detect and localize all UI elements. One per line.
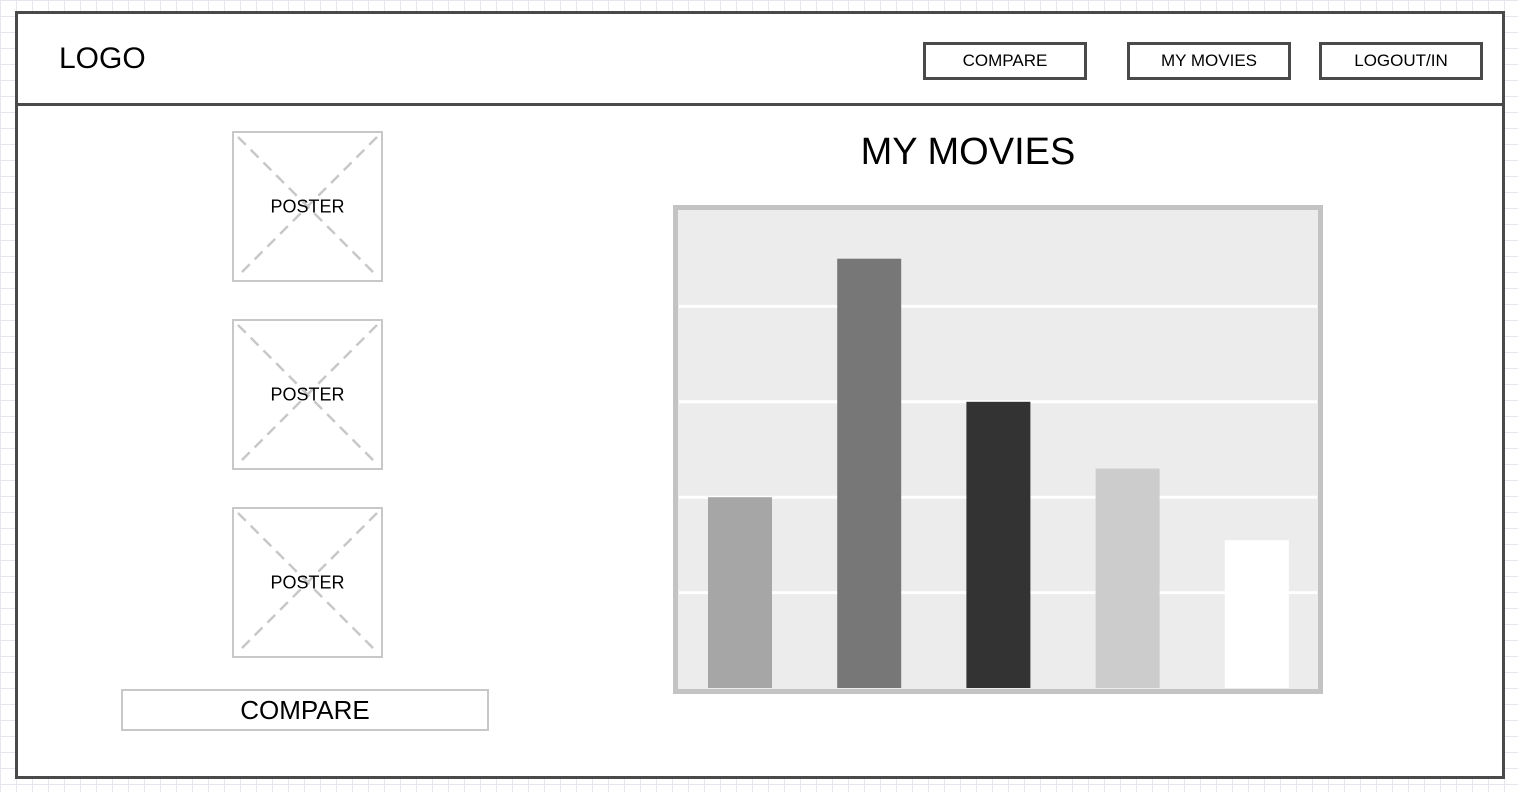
poster-label: POSTER (270, 196, 345, 216)
chart-bar-2 (837, 258, 902, 688)
chart-bar-1 (708, 497, 772, 688)
nav-my-movies-button[interactable]: MY MOVIES (1127, 42, 1291, 80)
nav-compare-button[interactable]: COMPARE (923, 42, 1087, 80)
movie-poster-3[interactable]: POSTER (232, 507, 383, 658)
compare-button[interactable]: COMPARE (121, 689, 489, 731)
app-window: LOGO COMPARE MY MOVIES LOGOUT/IN POSTER … (15, 11, 1505, 779)
movie-poster-1[interactable]: POSTER (232, 131, 383, 282)
nav-logout-login-button[interactable]: LOGOUT/IN (1319, 42, 1483, 80)
page-title: MY MOVIES (860, 131, 1076, 173)
chart-bar-5 (1224, 540, 1289, 688)
logo[interactable]: LOGO (59, 42, 146, 76)
chart-bar-4 (1095, 468, 1160, 688)
chart-bar-3 (966, 401, 1031, 688)
poster-label: POSTER (270, 384, 345, 404)
poster-label: POSTER (270, 572, 345, 592)
movie-poster-2[interactable]: POSTER (232, 319, 383, 470)
top-nav-bar: LOGO COMPARE MY MOVIES LOGOUT/IN (18, 14, 1502, 106)
movies-bar-chart (673, 205, 1323, 694)
